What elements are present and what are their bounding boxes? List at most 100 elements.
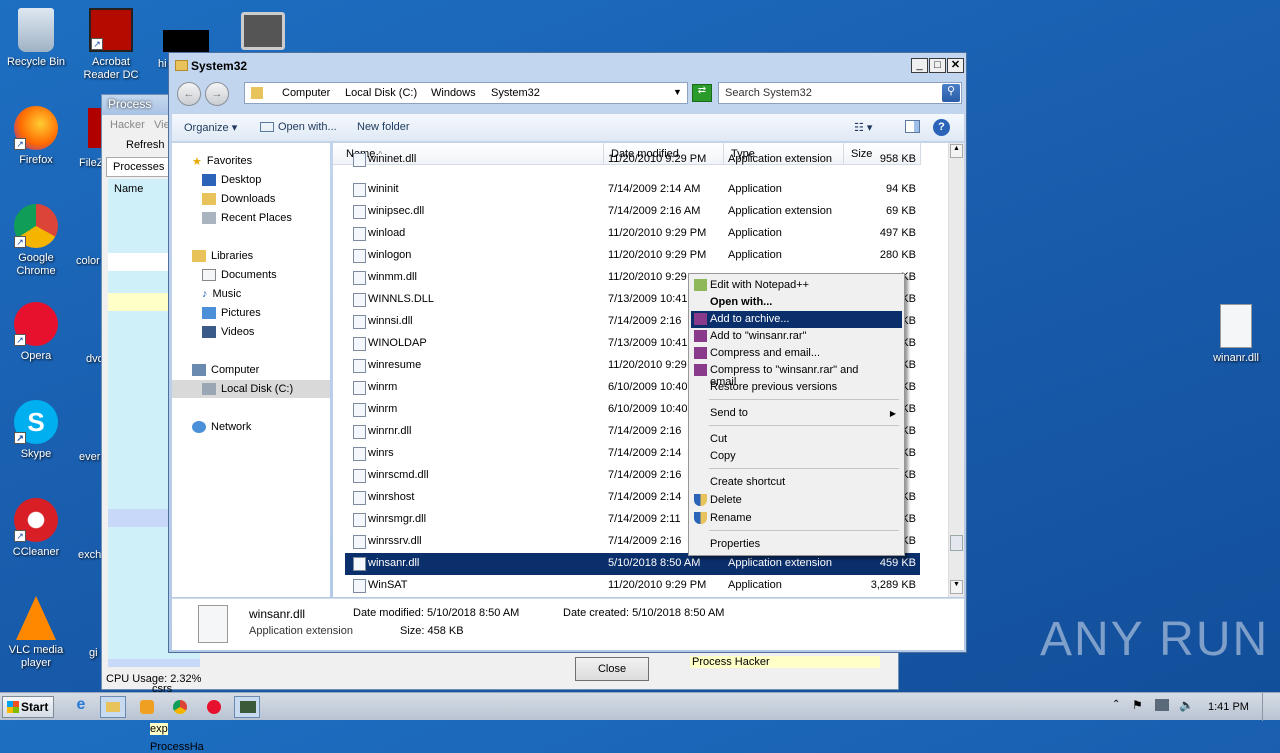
monitor-icon[interactable] — [241, 12, 285, 50]
menu-compress-rar-email[interactable]: Compress to "winsanr.rar" and email — [691, 362, 902, 388]
nav-computer[interactable]: Computer — [192, 364, 259, 377]
forward-button[interactable]: → — [205, 82, 229, 106]
desktop-icon-skype[interactable]: S ↗ Skype — [0, 400, 72, 461]
desktop-icon-chrome[interactable]: ↗ Google Chrome — [0, 204, 72, 278]
ph-menu-hacker[interactable]: Hacker — [110, 119, 145, 131]
opera-taskbar-icon[interactable] — [201, 696, 227, 718]
file-row[interactable]: winipsec.dll 7/14/2009 2:16 AM Application… — [345, 201, 920, 223]
nav-downloads[interactable]: Downloads — [202, 193, 275, 206]
nav-pictures[interactable]: Pictures — [202, 307, 261, 320]
start-button[interactable]: Start — [2, 696, 54, 718]
clock[interactable]: 1:41 PM — [1208, 701, 1249, 713]
menu-add-to-archive[interactable]: Add to archive... — [691, 311, 902, 328]
nav-favorites[interactable]: ★ Favorites — [192, 155, 252, 169]
file-name: winrm — [368, 403, 398, 415]
refresh-button[interactable]: ⇄ — [692, 84, 712, 102]
ph-row[interactable] — [108, 659, 200, 667]
file-name: wininit — [368, 183, 399, 195]
menu-rename[interactable]: Rename — [691, 510, 902, 527]
maximize-button[interactable]: □ — [929, 58, 946, 73]
show-desktop-button[interactable] — [1262, 693, 1278, 721]
close-window-button[interactable]: ✕ — [947, 58, 964, 73]
back-button[interactable]: ← — [177, 82, 201, 106]
desktop-black-icon[interactable] — [163, 30, 209, 52]
menu-copy[interactable]: Copy — [691, 448, 902, 465]
desktop-icon-winanr-dll[interactable]: winanr.dll — [1200, 304, 1272, 365]
search-icon[interactable]: ⚲ — [942, 84, 960, 102]
preview-pane-icon[interactable] — [905, 120, 920, 133]
scroll-thumb[interactable] — [950, 535, 963, 551]
menu-restore-previous[interactable]: Restore previous versions — [691, 379, 902, 396]
file-date: 11/20/2010 9:29 — [608, 271, 687, 283]
chrome-icon: ↗ — [14, 204, 58, 248]
scroll-down-arrow[interactable]: ▼ — [950, 580, 963, 594]
chevron-down-icon[interactable]: ▼ — [673, 87, 682, 97]
file-row[interactable]: wininet.dll 11/20/2010 9:29 PM Application… — [345, 149, 920, 171]
menu-send-to[interactable]: Send to ▶ — [691, 405, 902, 422]
menu-compress-email[interactable]: Compress and email... — [691, 345, 902, 362]
ph-row-label: exp — [150, 723, 168, 735]
star-icon: ★ — [192, 156, 202, 169]
close-button[interactable]: Close — [575, 657, 649, 681]
views-icon[interactable]: ☷ ▾ — [854, 121, 872, 134]
file-row[interactable]: wininit 7/14/2009 2:14 AM Application 94 KB — [345, 179, 920, 201]
menu-delete[interactable]: Delete — [691, 492, 902, 509]
ccleaner-icon: ↗ — [14, 498, 58, 542]
search-input[interactable]: Search System32 — [718, 82, 962, 104]
volume-icon[interactable]: 🔈 — [1179, 698, 1194, 712]
show-hidden-icons[interactable]: ⌃ — [1112, 699, 1120, 710]
nav-recent-places[interactable]: Recent Places — [202, 212, 292, 225]
firefox-icon: ↗ — [14, 106, 58, 150]
desktop-icon-vlc[interactable]: VLC media player — [0, 596, 72, 670]
menu-cut[interactable]: Cut — [691, 431, 902, 448]
help-icon[interactable]: ? — [933, 119, 950, 136]
nav-libraries[interactable]: Libraries — [192, 250, 253, 263]
ph-refresh-button[interactable]: Refresh — [126, 139, 165, 151]
breadcrumb-local-disk[interactable]: Local Disk (C:) — [345, 87, 417, 99]
file-row[interactable]: winsanr.dll 5/10/2018 8:50 AM Application … — [345, 553, 920, 575]
nav-documents[interactable]: Documents — [202, 269, 277, 282]
desktop-icon-firefox[interactable]: ↗ Firefox — [0, 106, 72, 167]
chrome-taskbar-icon[interactable] — [167, 696, 193, 718]
breadcrumb-windows[interactable]: Windows — [431, 87, 476, 99]
minimize-button[interactable]: _ — [911, 58, 928, 73]
menu-properties[interactable]: Properties — [691, 536, 902, 553]
process-hacker-taskbar-icon[interactable] — [234, 696, 260, 718]
dll-file-icon — [198, 605, 228, 643]
desktop-icon-ccleaner[interactable]: ↗ CCleaner — [0, 498, 72, 559]
file-name: winrm — [368, 381, 398, 393]
ph-tab-processes[interactable]: Processes — [106, 157, 172, 177]
menu-edit-notepadpp[interactable]: Edit with Notepad++ — [691, 277, 902, 294]
new-folder-button[interactable]: New folder — [357, 121, 410, 133]
desktop-icon-opera[interactable]: ↗ Opera — [0, 302, 72, 363]
vertical-scrollbar[interactable]: ▲ ▼ — [948, 143, 964, 597]
file-row[interactable]: winlogon 11/20/2010 9:29 PM Application 280… — [345, 245, 920, 267]
network-tray-icon[interactable] — [1155, 699, 1169, 711]
menu-create-shortcut[interactable]: Create shortcut — [691, 474, 902, 491]
file-row[interactable]: WinSAT 11/20/2010 9:29 PM Application 3,289… — [345, 575, 920, 597]
navigation-pane[interactable]: ★ Favorites Desktop Downloads Recent Plac… — [172, 143, 330, 597]
nav-local-disk[interactable]: Local Disk (C:) — [202, 383, 293, 396]
nav-network[interactable]: Network — [192, 421, 251, 434]
scroll-up-arrow[interactable]: ▲ — [950, 144, 963, 158]
winrar-icon — [694, 364, 707, 376]
breadcrumb-system32[interactable]: System32 — [491, 87, 540, 99]
ie-icon[interactable]: e — [68, 696, 94, 718]
nav-music[interactable]: ♪ Music — [202, 288, 241, 300]
nav-desktop[interactable]: Desktop — [202, 174, 261, 187]
nav-videos[interactable]: Videos — [202, 326, 254, 339]
flag-icon[interactable]: ⚑ — [1132, 698, 1143, 712]
menu-open-with[interactable]: Open with... — [691, 294, 902, 311]
organize-button[interactable]: Organize ▾ — [184, 121, 237, 134]
breadcrumb-computer[interactable]: Computer — [282, 87, 330, 99]
menu-add-to-rar[interactable]: Add to "winsanr.rar" — [691, 328, 902, 345]
filezilla-icon[interactable] — [88, 108, 102, 148]
desktop-icon-recycle-bin[interactable]: Recycle Bin — [0, 8, 72, 69]
explorer-taskbar-icon[interactable] — [100, 696, 126, 718]
open-with-button[interactable]: Open with... — [260, 121, 337, 133]
ph-col-name[interactable]: Name — [114, 183, 143, 195]
address-bar[interactable]: Computer Local Disk (C:) Windows System3… — [244, 82, 688, 104]
desktop-icon-acrobat[interactable]: ↗ Acrobat Reader DC — [75, 8, 147, 82]
media-player-icon[interactable] — [134, 696, 160, 718]
file-row[interactable]: winload 11/20/2010 9:29 PM Application 497 … — [345, 223, 920, 245]
